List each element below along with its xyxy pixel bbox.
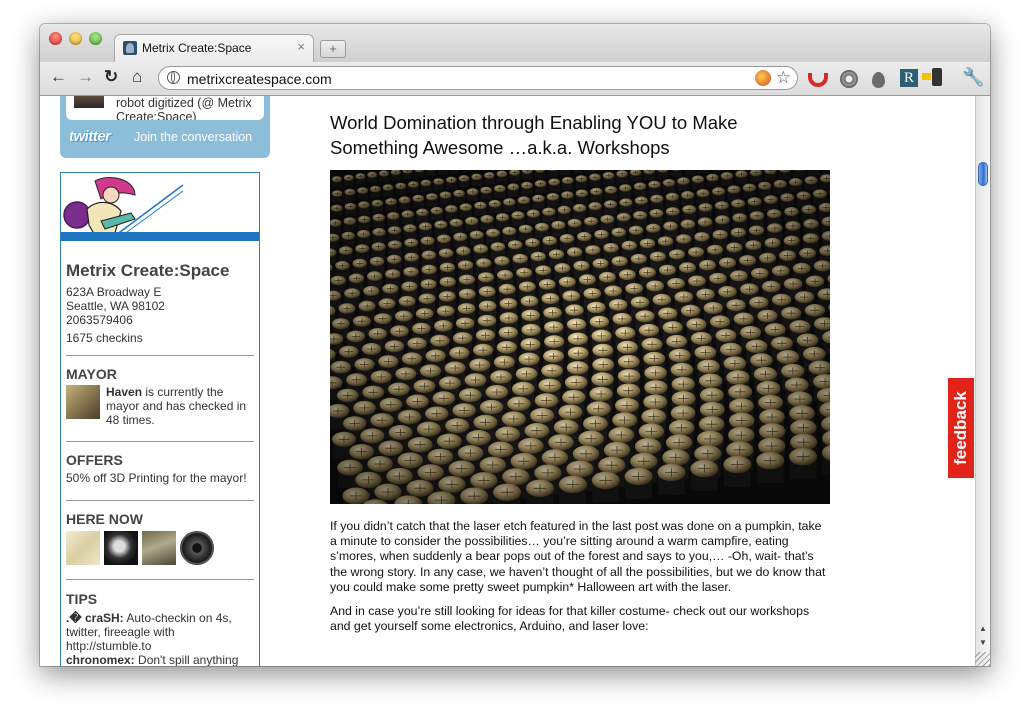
post-paragraph: And in case you’re still looking for ide… [330,604,810,634]
mayor-avatar[interactable] [66,385,100,419]
mayor-name[interactable]: Haven [106,385,142,399]
tips-heading: TIPS [66,591,98,607]
window-zoom-button[interactable] [89,32,102,45]
bookmark-star-icon[interactable]: ☆ [776,68,791,88]
tab-strip: Metrix Create:Space × + [40,24,990,62]
window-minimize-button[interactable] [69,32,82,45]
home-icon[interactable]: ⌂ [132,67,142,87]
here-now-heading: HERE NOW [66,511,143,527]
vertical-scrollbar[interactable]: ▲ ▼ [975,96,990,666]
mayor-heading: MAYOR [66,366,117,382]
avatar [74,96,104,108]
tab-title: Metrix Create:Space [142,41,252,55]
forward-arrow-icon[interactable]: → [77,67,94,87]
tweet-text: robot digitized (@ Metrix Create:Space) [116,96,252,120]
feedback-label: feedback [951,391,970,465]
tip-text: Don't spill anything [134,653,239,666]
resize-grip-icon[interactable] [975,652,990,666]
page-action-icon[interactable] [755,70,771,86]
globe-icon [167,71,180,84]
post-paragraph: If you didn’t catch that the laser etch … [330,519,826,594]
tip-author[interactable]: .� craSH: [66,611,124,625]
foursquare-logo [61,173,259,245]
join-conversation-link[interactable]: Join the conversation [134,130,252,144]
here-now-avatar[interactable] [142,531,176,565]
post-image[interactable] [330,170,830,504]
drop-extension-icon[interactable] [872,72,885,88]
tip-author[interactable]: chronomex: [66,653,135,666]
offer-text: 50% off 3D Printing for the mayor! [66,471,247,485]
r-extension-icon[interactable]: R [900,69,918,87]
twitter-widget: robot digitized (@ Metrix Create:Space) … [60,96,270,158]
venue-stripe [61,232,259,241]
here-now-avatar[interactable] [66,531,100,565]
venue-card: Metrix Create:Space 623A Broadway E Seat… [60,172,260,666]
reload-icon[interactable]: ↻ [104,67,118,87]
phone-extension-icon[interactable] [922,68,942,86]
address-bar[interactable]: metrixcreatespace.com ☆ [158,66,798,90]
divider [66,579,254,580]
divider [66,441,254,442]
tips-list: .� craSH: Auto-checkin on 4s, twitter, f… [66,611,256,666]
gear-extension-icon[interactable] [840,70,858,88]
tab-metrix[interactable]: Metrix Create:Space × [114,34,314,62]
browser-toolbar: ← → ↻ ⌂ metrixcreatespace.com ☆ R 🔧 [40,62,990,96]
post-body: If you didn’t catch that the laser etch … [330,519,830,643]
capacitor-photo [330,170,830,504]
browser-window: Metrix Create:Space × + ← → ↻ ⌂ metrixcr… [40,24,990,666]
checkin-count: 1675 checkins [66,331,143,345]
favicon-icon [123,41,137,55]
scroll-down-arrow-icon[interactable]: ▼ [976,636,990,650]
tip-item: chronomex: Don't spill anything [66,653,256,666]
scrollbar-thumb[interactable] [978,162,988,186]
address-line-1: 623A Broadway E [66,285,162,299]
here-now-avatar[interactable] [180,531,214,565]
scroll-up-arrow-icon[interactable]: ▲ [976,622,990,636]
tab-close-icon[interactable]: × [297,39,305,54]
feedback-tab[interactable]: feedback [948,378,974,478]
url-text: metrixcreatespace.com [187,71,332,87]
back-arrow-icon[interactable]: ← [50,67,67,87]
tip-item: .� craSH: Auto-checkin on 4s, twitter, f… [66,611,256,653]
here-now-avatar[interactable] [104,531,138,565]
venue-phone: 2063579406 [66,313,133,327]
tweet-box: robot digitized (@ Metrix Create:Space) [66,96,264,120]
offers-heading: OFFERS [66,452,123,468]
divider [66,500,254,501]
address-line-2: Seattle, WA 98102 [66,299,165,313]
venue-name[interactable]: Metrix Create:Space [66,261,229,281]
twitter-logo[interactable]: twitter [69,128,111,145]
window-close-button[interactable] [49,32,62,45]
page-viewport: robot digitized (@ Metrix Create:Space) … [40,96,975,666]
post-title[interactable]: World Domination through Enabling YOU to… [330,110,810,160]
mayor-description: Haven is currently the mayor and has che… [106,385,256,427]
venue-address: 623A Broadway E Seattle, WA 98102 206357… [66,285,165,327]
magnet-extension-icon[interactable] [808,73,828,87]
wrench-menu-icon[interactable]: 🔧 [962,67,984,88]
new-tab-button[interactable]: + [320,40,346,58]
divider [66,355,254,356]
